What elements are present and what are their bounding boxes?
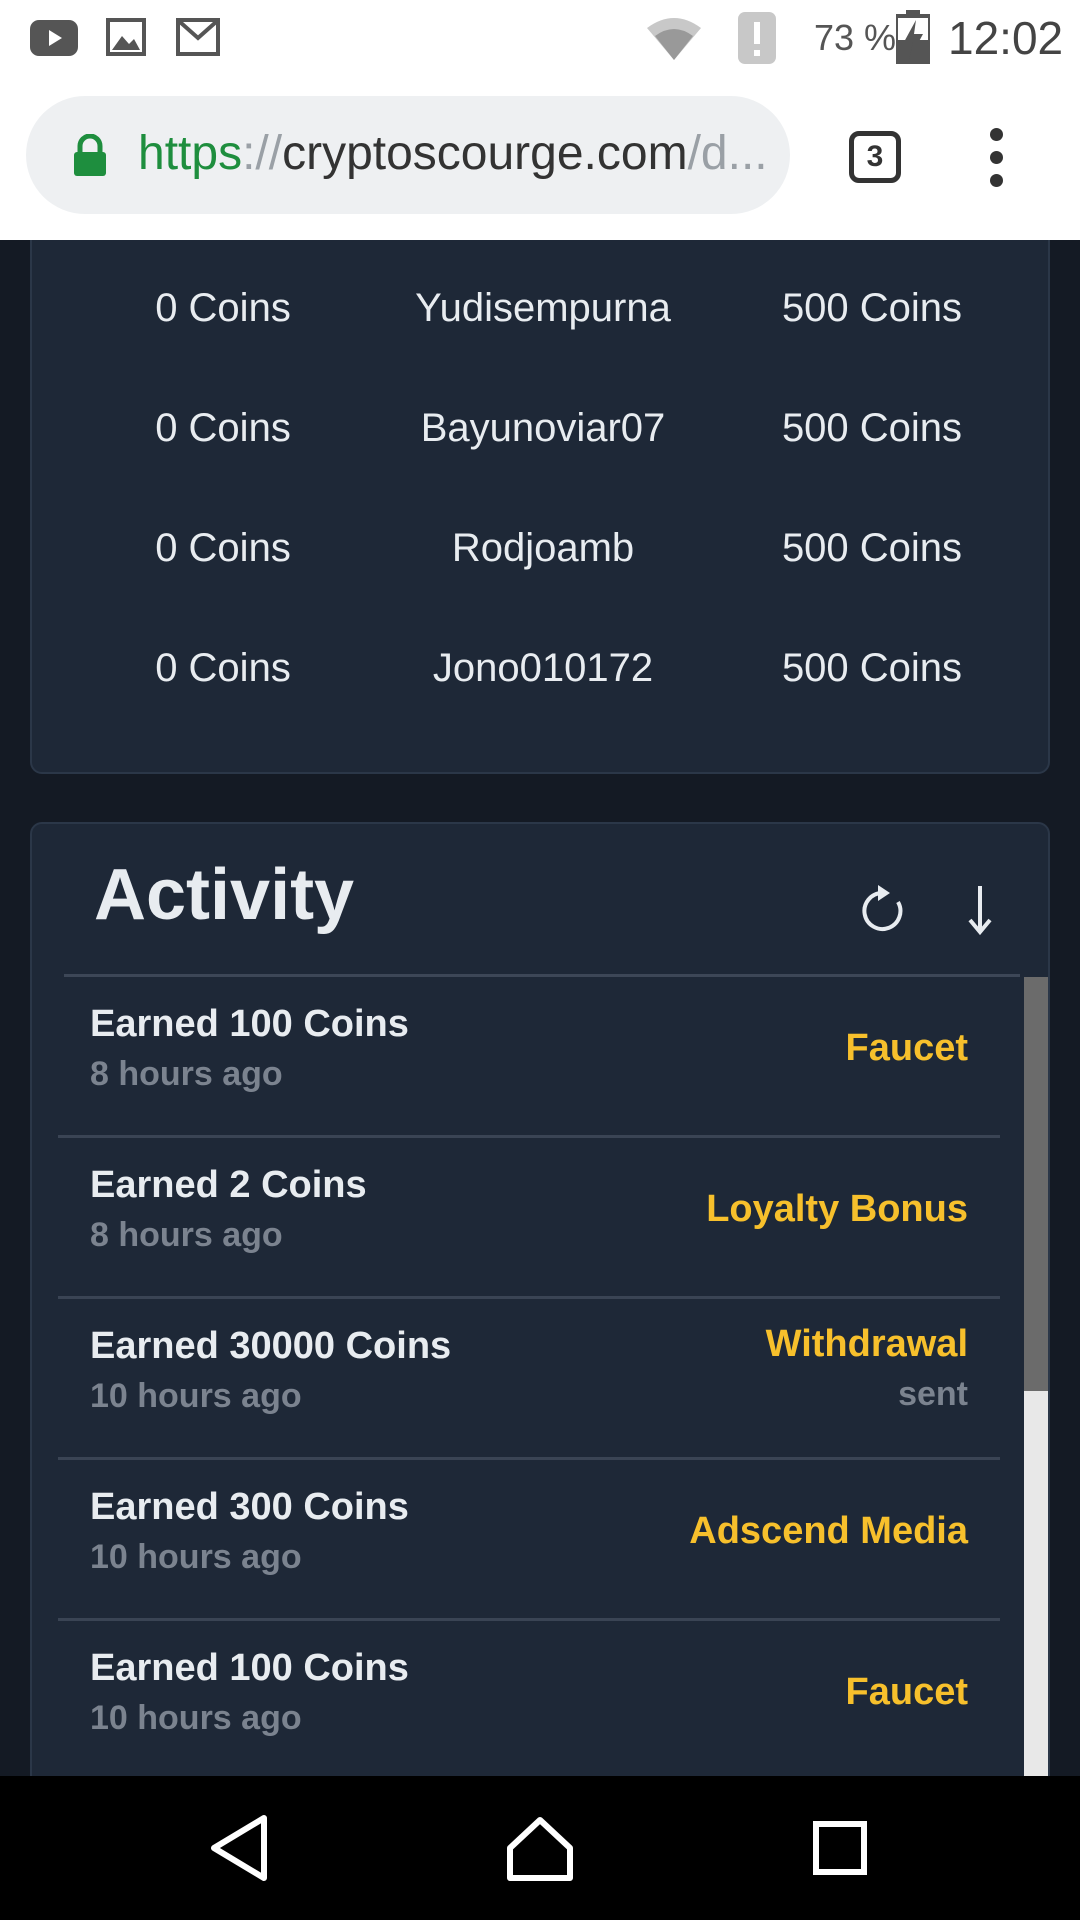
activity-item-time: 10 hours ago [90, 1538, 302, 1576]
activity-item[interactable]: Earned 100 Coins 10 hours ago Faucet [58, 1621, 1000, 1757]
activity-item-title: Earned 300 Coins [90, 1486, 409, 1528]
clock: 12:02 [948, 12, 1064, 64]
activity-list[interactable]: Earned 100 Coins 8 hours ago Faucet Earn… [32, 977, 1052, 1757]
activity-title: Activity [94, 855, 355, 935]
url-host: cryptoscourge.com [282, 127, 688, 180]
leaderboard-row: 0 Coins Yudisempurna 500 Coins [32, 248, 1052, 368]
activity-item-time: 8 hours ago [90, 1055, 283, 1093]
leaderboard-card: 0 Coins Yudisempurna 500 Coins 0 Coins B… [30, 240, 1050, 774]
activity-item-title: Earned 100 Coins [90, 1647, 409, 1689]
activity-item[interactable]: Earned 100 Coins 8 hours ago Faucet [58, 977, 1000, 1138]
activity-item-title: Earned 2 Coins [90, 1164, 367, 1206]
image-icon [106, 18, 146, 56]
download-icon[interactable] [950, 880, 1010, 940]
youtube-icon [30, 20, 78, 56]
navigation-bar [0, 1776, 1080, 1920]
activity-item-title: Earned 100 Coins [90, 1003, 409, 1045]
activity-card: Activity Earned 100 Coins 8 hours ago Fa… [30, 822, 1050, 1776]
home-icon[interactable] [500, 1808, 580, 1888]
row-coins-right: 500 Coins [781, 526, 963, 570]
activity-item-source: Faucet [845, 1027, 968, 1069]
activity-item-source: Withdrawal [765, 1323, 968, 1365]
battery-percent: 73 % [814, 17, 897, 58]
row-coins-right: 500 Coins [781, 286, 963, 330]
activity-item-source: Faucet [845, 1671, 968, 1713]
url-path: /d... [687, 127, 768, 180]
activity-item-time: 10 hours ago [90, 1377, 302, 1415]
row-coins-left: 0 Coins [155, 526, 291, 570]
address-bar[interactable]: https://cryptoscourge.com/d... [26, 96, 790, 214]
back-icon[interactable] [200, 1808, 280, 1888]
lock-icon [74, 134, 106, 176]
activity-item[interactable]: Earned 2 Coins 8 hours ago Loyalty Bonus [58, 1138, 1000, 1299]
row-coins-left: 0 Coins [155, 406, 291, 450]
row-username: Bayunoviar07 [420, 406, 666, 450]
activity-item-title: Earned 30000 Coins [90, 1325, 452, 1367]
row-coins-left: 0 Coins [155, 286, 291, 330]
battery-charging-icon [896, 10, 930, 64]
wifi-icon [647, 18, 701, 60]
status-bar: 73 % 12:02 [0, 0, 1080, 76]
activity-item-status: sent [898, 1375, 968, 1413]
leaderboard-row: 0 Coins Bayunoviar07 500 Coins [32, 368, 1052, 488]
overflow-menu-icon[interactable] [988, 128, 1004, 188]
activity-item-time: 8 hours ago [90, 1216, 283, 1254]
recents-icon[interactable] [800, 1808, 880, 1888]
row-coins-right: 500 Coins [781, 646, 963, 690]
url-separator: :// [242, 127, 283, 180]
leaderboard-row: 0 Coins Jono010172 500 Coins [32, 608, 1052, 728]
activity-item-source: Loyalty Bonus [706, 1188, 968, 1230]
gmail-icon [176, 18, 220, 56]
row-username: Yudisempurna [415, 286, 671, 330]
tab-switcher-button[interactable]: 3 [849, 131, 901, 183]
activity-item-source: Adscend Media [689, 1510, 968, 1552]
page-content: 0 Coins Yudisempurna 500 Coins 0 Coins B… [0, 240, 1080, 1776]
activity-scrollbar[interactable] [1024, 977, 1048, 1776]
row-username: Rodjoamb [451, 526, 635, 570]
url-scheme: https [138, 127, 243, 180]
url-text: https://cryptoscourge.com/d... [138, 122, 768, 186]
row-coins-right: 500 Coins [781, 406, 963, 450]
activity-item[interactable]: Earned 300 Coins 10 hours ago Adscend Me… [58, 1460, 1000, 1621]
leaderboard-row: 0 Coins Rodjoamb 500 Coins [32, 488, 1052, 608]
activity-item-time: 10 hours ago [90, 1699, 302, 1737]
scrollbar-thumb[interactable] [1024, 977, 1048, 1391]
browser-toolbar: https://cryptoscourge.com/d... 3 [0, 76, 1080, 240]
row-coins-left: 0 Coins [155, 646, 291, 690]
alert-icon [738, 12, 776, 64]
activity-item[interactable]: Earned 30000 Coins 10 hours ago Withdraw… [58, 1299, 1000, 1460]
row-username: Jono010172 [432, 646, 654, 690]
refresh-icon[interactable] [852, 880, 912, 940]
